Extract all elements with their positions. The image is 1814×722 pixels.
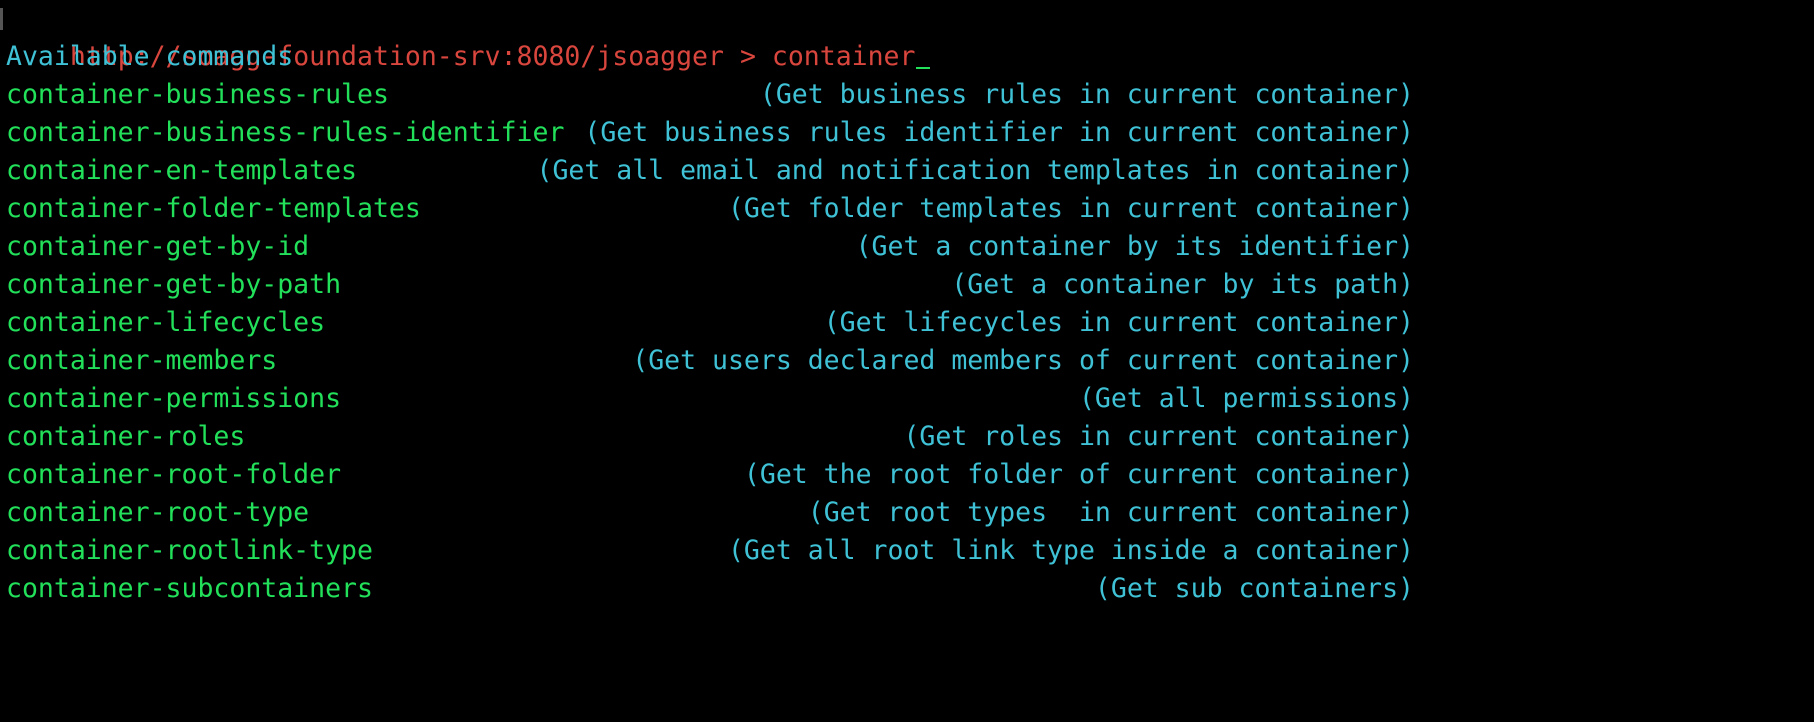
command-description: (Get business rules in current container…	[759, 79, 1414, 110]
command-row[interactable]: container-folder-templates (Get folder t…	[6, 190, 1806, 228]
command-name[interactable]: container-root-type	[6, 494, 309, 532]
command-row[interactable]: container-members (Get users declared me…	[6, 342, 1806, 380]
command-name[interactable]: container-root-folder	[6, 456, 341, 494]
command-name[interactable]: container-subcontainers	[6, 570, 373, 608]
command-description: (Get a container by its path)	[951, 269, 1414, 300]
command-row[interactable]: container-permissions (Get all permissio…	[6, 380, 1806, 418]
command-name[interactable]: container-permissions	[6, 380, 341, 418]
command-description: (Get the root folder of current containe…	[743, 459, 1414, 490]
command-description: (Get all root link type inside a contain…	[727, 535, 1414, 566]
command-description: (Get all email and notification template…	[536, 155, 1415, 186]
command-row[interactable]: container-get-by-path (Get a container b…	[6, 266, 1806, 304]
command-description: (Get all permissions)	[1078, 383, 1414, 414]
command-name[interactable]: container-roles	[6, 418, 245, 456]
prompt-line[interactable]: http://soagg-foundation-srv:8080/jsoagge…	[0, 0, 1806, 72]
command-name[interactable]: container-business-rules-identifier	[6, 114, 564, 152]
command-row[interactable]: container-subcontainers (Get sub contain…	[6, 570, 1806, 608]
command-description: (Get a container by its identifier)	[855, 231, 1414, 262]
command-name[interactable]: container-get-by-id	[6, 228, 309, 266]
command-name[interactable]: container-lifecycles	[6, 304, 325, 342]
command-name[interactable]: container-get-by-path	[6, 266, 341, 304]
command-description: (Get business rules identifier in curren…	[584, 117, 1414, 148]
command-name[interactable]: container-en-templates	[6, 152, 357, 190]
command-description: (Get sub containers)	[1094, 573, 1414, 604]
command-name[interactable]: container-folder-templates	[6, 190, 421, 228]
terminal-window[interactable]: http://soagg-foundation-srv:8080/jsoagge…	[0, 0, 1806, 644]
command-description: (Get folder templates in current contain…	[727, 193, 1414, 224]
command-row[interactable]: container-rootlink-type (Get all root li…	[6, 532, 1806, 570]
command-description: (Get users declared members of current c…	[632, 345, 1414, 376]
command-list: container-business-rules (Get business r…	[6, 76, 1806, 608]
command-row[interactable]: container-roles (Get roles in current co…	[6, 418, 1806, 456]
command-row[interactable]: container-business-rules-identifier (Get…	[6, 114, 1806, 152]
command-row[interactable]: container-lifecycles (Get lifecycles in …	[6, 304, 1806, 342]
command-row[interactable]: container-get-by-id (Get a container by …	[6, 228, 1806, 266]
line-marker	[0, 8, 3, 30]
command-description: (Get root types in current container)	[807, 497, 1414, 528]
command-name[interactable]: container-rootlink-type	[6, 532, 373, 570]
command-row[interactable]: container-en-templates (Get all email an…	[6, 152, 1806, 190]
command-row[interactable]: container-business-rules (Get business r…	[6, 76, 1806, 114]
command-name[interactable]: container-business-rules	[6, 76, 389, 114]
command-row[interactable]: container-root-folder (Get the root fold…	[6, 456, 1806, 494]
command-description: (Get roles in current container)	[903, 421, 1414, 452]
available-commands-heading: Available commands	[6, 41, 294, 72]
command-name[interactable]: container-members	[6, 342, 277, 380]
command-description: (Get lifecycles in current container)	[823, 307, 1414, 338]
command-row[interactable]: container-root-type (Get root types in c…	[6, 494, 1806, 532]
